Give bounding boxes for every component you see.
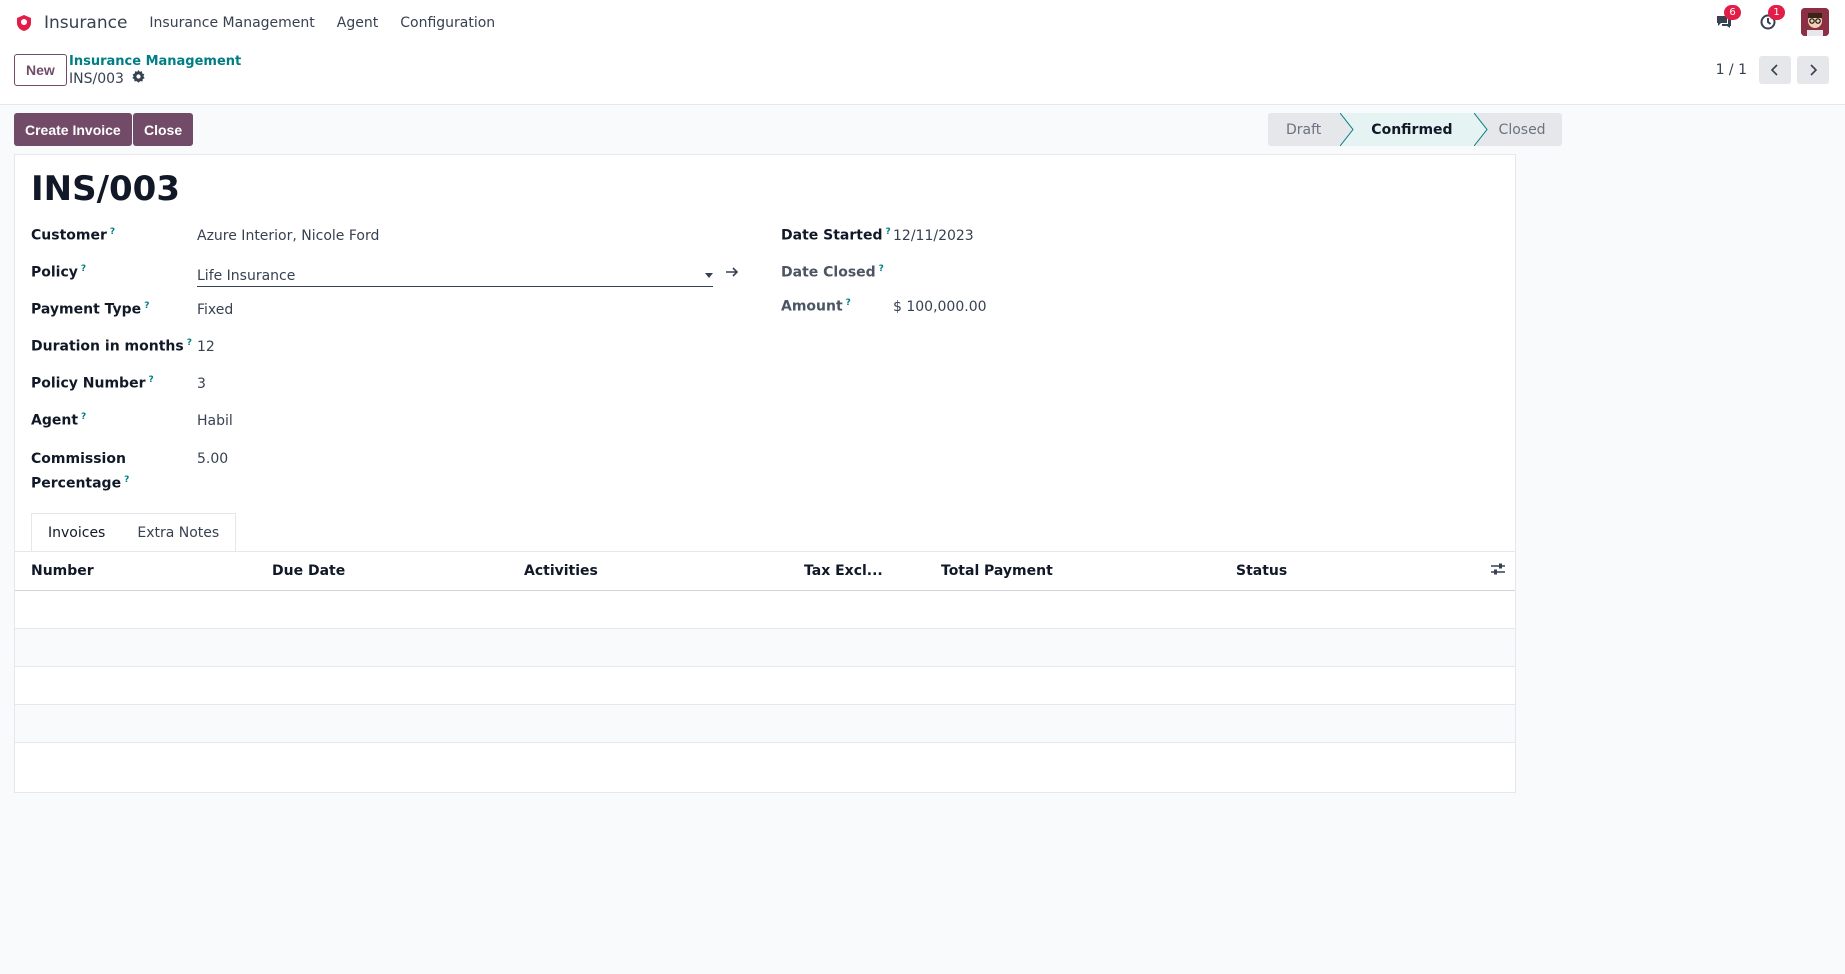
column-number[interactable]: Number <box>31 563 94 579</box>
help-icon[interactable]: ? <box>144 301 149 311</box>
commission-label: Commission Percentage? <box>31 451 130 492</box>
menu-configuration[interactable]: Configuration <box>400 15 495 31</box>
amount-value[interactable]: $ 100,000.00 <box>893 299 987 315</box>
tab-invoices[interactable]: Invoices <box>31 513 123 551</box>
breadcrumb-current-label: INS/003 <box>69 70 124 87</box>
tab-extra-notes[interactable]: Extra Notes <box>121 513 237 551</box>
status-draft[interactable]: Draft <box>1268 113 1342 146</box>
pager-next-button[interactable] <box>1797 56 1829 84</box>
close-button[interactable]: Close <box>133 113 194 146</box>
status-confirmed[interactable]: Confirmed <box>1340 113 1488 146</box>
table-row <box>15 591 1515 629</box>
policy-field[interactable]: Life Insurance <box>197 265 713 287</box>
amount-label: Amount? <box>781 298 851 315</box>
date-started-label: Date Started? <box>781 227 891 244</box>
agent-label: Agent? <box>31 412 87 429</box>
table-row <box>15 705 1515 743</box>
gear-icon[interactable] <box>132 70 145 87</box>
table-row <box>15 667 1515 705</box>
status-chevron-right <box>1473 113 1488 146</box>
chevron-right-icon <box>1810 64 1818 76</box>
commission-value[interactable]: 5.00 <box>197 451 228 467</box>
policy-value: Life Insurance <box>197 267 296 284</box>
payment-type-label: Payment Type? <box>31 301 150 318</box>
messages-button[interactable]: 6 <box>1713 5 1741 33</box>
date-started-value[interactable]: 12/11/2023 <box>893 228 974 244</box>
column-tax-excluded[interactable]: Tax Excl... <box>804 563 883 579</box>
pager-previous-button[interactable] <box>1759 56 1791 84</box>
status-closed[interactable]: Closed <box>1474 113 1562 146</box>
pager: 1 / 1 <box>1716 56 1829 84</box>
help-icon[interactable]: ? <box>885 227 890 237</box>
policy-number-label: Policy Number? <box>31 375 154 392</box>
payment-type-value[interactable]: Fixed <box>197 302 233 318</box>
activities-badge: 1 <box>1768 5 1785 20</box>
create-invoice-button[interactable]: Create Invoice <box>14 113 132 146</box>
column-activities[interactable]: Activities <box>524 563 598 579</box>
status-bar: Draft Confirmed Closed <box>1268 113 1562 146</box>
optional-columns-icon[interactable] <box>1491 563 1505 579</box>
policy-label: Policy? <box>31 264 87 281</box>
help-icon[interactable]: ? <box>124 475 129 485</box>
column-total[interactable]: Total <box>941 563 979 579</box>
table-row <box>15 629 1515 667</box>
activities-button[interactable]: 1 <box>1757 5 1785 33</box>
chevron-left-icon <box>1770 64 1778 76</box>
policy-number-value[interactable]: 3 <box>197 376 206 392</box>
date-closed-label: Date Closed? <box>781 264 884 281</box>
table-header: Number Due Date Activities Tax Excl... T… <box>15 552 1515 591</box>
caret-down-icon[interactable] <box>705 273 713 278</box>
status-confirmed-label: Confirmed <box>1371 121 1453 138</box>
help-icon[interactable]: ? <box>110 227 115 237</box>
menu-insurance-management[interactable]: Insurance Management <box>149 15 314 31</box>
help-icon[interactable]: ? <box>879 264 884 274</box>
new-button[interactable]: New <box>14 54 67 86</box>
duration-label: Duration in months? <box>31 338 192 355</box>
duration-value[interactable]: 12 <box>197 339 215 355</box>
messages-badge: 6 <box>1724 5 1741 20</box>
agent-value[interactable]: Habil <box>197 413 233 429</box>
internal-link-arrow-icon[interactable] <box>725 266 739 282</box>
breadcrumb-parent-link[interactable]: Insurance Management <box>69 54 241 69</box>
status-chevron-left <box>1340 113 1354 146</box>
column-due-date[interactable]: Due Date <box>272 563 345 579</box>
app-name[interactable]: Insurance <box>44 13 127 33</box>
record-title: INS/003 <box>31 169 180 209</box>
top-navbar: Insurance Insurance Management Agent Con… <box>0 0 1845 46</box>
insurance-app-icon[interactable] <box>14 13 34 33</box>
menu-agent[interactable]: Agent <box>337 15 378 31</box>
notebook-tabs: Invoices Extra Notes <box>31 513 237 551</box>
column-payment[interactable]: Payment <box>984 563 1053 579</box>
help-icon[interactable]: ? <box>81 412 86 422</box>
column-status[interactable]: Status <box>1236 563 1287 579</box>
customer-value[interactable]: Azure Interior, Nicole Ford <box>197 228 379 244</box>
help-icon[interactable]: ? <box>187 338 192 348</box>
user-avatar[interactable] <box>1801 8 1829 36</box>
customer-label: Customer? <box>31 227 116 244</box>
form-sheet: INS/003 Customer? Azure Interior, Nicole… <box>14 154 1516 793</box>
breadcrumb-current: INS/003 <box>69 70 145 87</box>
help-icon[interactable]: ? <box>846 298 851 308</box>
control-panel: New Insurance Management INS/003 1 / 1 <box>0 46 1845 105</box>
help-icon[interactable]: ? <box>148 375 153 385</box>
help-icon[interactable]: ? <box>81 264 86 274</box>
pager-value[interactable]: 1 / 1 <box>1716 62 1747 78</box>
